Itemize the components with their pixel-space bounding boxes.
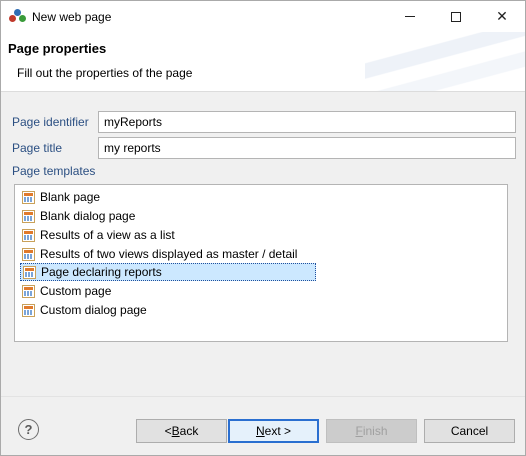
page-identifier-input[interactable] (98, 111, 516, 133)
maximize-button[interactable] (433, 1, 479, 32)
template-item-master-detail[interactable]: Results of two views displayed as master… (20, 245, 301, 263)
template-icon (22, 190, 35, 204)
title-bar: New web page ✕ (1, 1, 525, 32)
maximize-icon (451, 11, 461, 22)
template-icon (22, 284, 35, 298)
list-item-label: Results of a view as a list (40, 228, 175, 242)
new-web-page-dialog: New web page ✕ Page properties Fill out … (0, 0, 526, 456)
template-icon (22, 228, 35, 242)
window-title: New web page (32, 10, 112, 24)
page-templates-label: Page templates (12, 164, 96, 178)
list-item-label: Custom page (40, 284, 112, 298)
next-button[interactable]: Next > (228, 419, 319, 443)
wizard-header: Page properties Fill out the properties … (1, 32, 525, 92)
list-item-label: Results of two views displayed as master… (40, 247, 298, 261)
close-button[interactable]: ✕ (479, 1, 525, 32)
minimize-icon (405, 16, 415, 17)
page-description: Fill out the properties of the page (17, 66, 193, 80)
close-icon: ✕ (496, 8, 508, 24)
list-item-label: Page declaring reports (41, 265, 162, 279)
app-icon (9, 9, 27, 25)
help-icon[interactable]: ? (18, 419, 39, 440)
cancel-button[interactable]: Cancel (424, 419, 515, 443)
page-templates-list[interactable]: Blank page Blank dialog page Results of … (14, 184, 508, 342)
footer-separator (1, 396, 525, 397)
list-item-label: Custom dialog page (40, 303, 147, 317)
template-icon (22, 247, 35, 261)
template-item-custom-dialog-page[interactable]: Custom dialog page (20, 301, 151, 319)
header-decoration (365, 32, 525, 91)
template-icon (22, 209, 35, 223)
finish-button: Finish (326, 419, 417, 443)
template-item-page-declaring-reports[interactable]: Page declaring reports (20, 263, 316, 281)
minimize-button[interactable] (387, 1, 433, 32)
template-icon (22, 303, 35, 317)
template-item-view-as-list[interactable]: Results of a view as a list (20, 226, 179, 244)
template-item-blank-dialog-page[interactable]: Blank dialog page (20, 207, 139, 225)
list-item-label: Blank dialog page (40, 209, 136, 223)
page-title-input[interactable] (98, 137, 516, 159)
template-icon (23, 265, 36, 279)
back-button[interactable]: < Back (136, 419, 227, 443)
template-item-blank-page[interactable]: Blank page (20, 188, 104, 206)
list-item-label: Blank page (40, 190, 101, 204)
page-title: Page properties (8, 41, 107, 56)
template-item-custom-page[interactable]: Custom page (20, 282, 115, 300)
page-identifier-label: Page identifier (12, 115, 89, 129)
page-title-label: Page title (12, 141, 63, 155)
